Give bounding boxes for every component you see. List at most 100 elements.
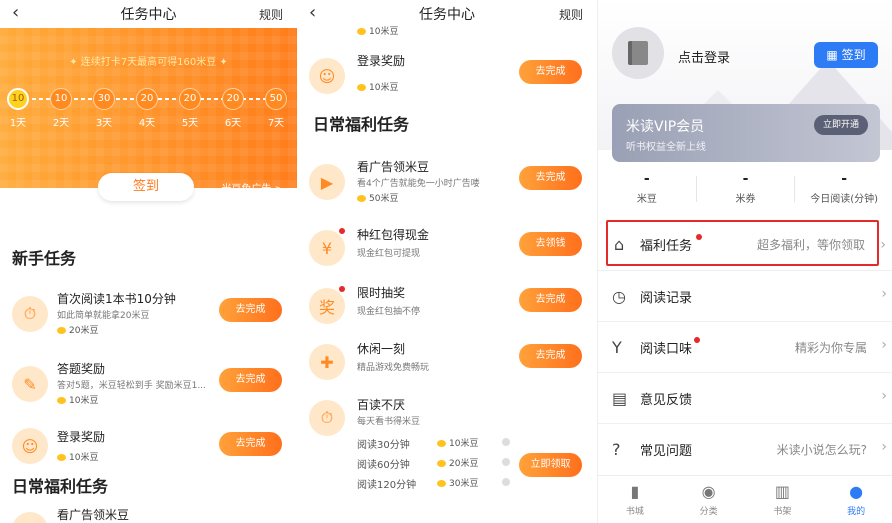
badge-dot [694, 337, 700, 343]
badge-dot [339, 228, 345, 234]
sign-in-button[interactable]: 签到 [98, 173, 194, 201]
taste-icon: Y [612, 338, 622, 357]
menu-label: 阅读口味 [640, 342, 693, 357]
task-title: 登录奖励 [57, 430, 106, 444]
menu-label: 意见反馈 [640, 393, 693, 408]
free-ad-link[interactable]: 米豆免广告 > [221, 180, 283, 195]
calendar-icon: ▦ [826, 48, 842, 62]
coin-icon [437, 460, 446, 467]
menu-item-reading-taste[interactable]: Y 阅读口味 精彩为你专属 › [598, 321, 892, 372]
task-item: ▶ 看广告领米豆 看4个广告就能免一小时广告喽 50米豆 去完成 [297, 150, 597, 212]
badge-dot [696, 234, 702, 240]
checkin-banner: ✦ 连续打卡7天最高可得160米豆 ✦ 10 1天 10 2天 30 3天 20 4天 … [0, 28, 297, 201]
task-title: 休闲一刻 [357, 342, 406, 356]
task-title: 首次阅读1本书10分钟 [57, 292, 176, 306]
task-item: ¥ 种红包得现金 现金红包可提现 去领钱 [297, 216, 597, 272]
rules-link[interactable]: 规则 [559, 6, 583, 23]
task-reward: 10米豆 [357, 80, 398, 93]
tab-bookshelf[interactable]: ▥ 书架 [746, 476, 820, 523]
menu-item-faq[interactable]: ? 常见问题 米读小说怎么玩? › [598, 423, 892, 474]
bottom-tab-bar: ▮ 书城 ◉ 分类 ▥ 书架 ● 我的 [598, 475, 892, 523]
nav-bar: ‹ 任务中心 规则 [297, 0, 597, 28]
menu-label: 阅读记录 [640, 291, 693, 306]
reading-task: ⏱ 百读不厌 每天看书得米豆 阅读30分钟 10米豆 阅读60分钟 20米豆 阅读1… [297, 386, 597, 523]
stat-value: - [643, 171, 650, 187]
back-icon[interactable]: ‹ [12, 3, 19, 23]
day-label: 4天 [138, 118, 156, 129]
day-label: 6天 [224, 118, 242, 129]
rules-link[interactable]: 规则 [259, 6, 283, 23]
task-reward: 10米豆 [57, 393, 98, 406]
vip-title: 米读VIP会员 [626, 119, 705, 135]
task-complete-button[interactable]: 去完成 [519, 288, 582, 312]
day-label: 1天 [9, 118, 27, 129]
back-icon[interactable]: ‹ [309, 3, 316, 23]
checkin-day: 10 2天 [50, 88, 72, 129]
task-complete-button[interactable]: 去完成 [519, 166, 582, 190]
task-complete-button[interactable]: 去完成 [219, 298, 282, 322]
task-item: ⏱ 首次阅读1本书10分钟 如此简单就能拿20米豆 20米豆 去完成 [0, 282, 297, 344]
vip-subtitle: 听书权益全新上线 [626, 142, 706, 153]
coin-icon [357, 84, 366, 91]
menu-label: 福利任务 [640, 239, 693, 254]
coin-icon [357, 195, 366, 202]
vip-open-button[interactable]: 立即开通 [814, 115, 868, 135]
coin-icon [357, 28, 366, 35]
task-title: 看广告领米豆 [57, 508, 130, 522]
stopwatch-icon: ⏱ [309, 400, 345, 436]
step-label: 阅读60分钟 [357, 460, 410, 471]
page-title: 任务中心 [120, 7, 177, 23]
task-complete-button[interactable]: 去完成 [219, 432, 282, 456]
day-value: 20 [179, 88, 201, 110]
task-item: 奖 限时抽奖 现金红包抽不停 去完成 [297, 274, 597, 330]
progress-dot [502, 438, 510, 446]
task-center-panel-middle: ‹ 任务中心 规则 10米豆 ☺ 登录奖励 10米豆 去完成 日常福利任务 ▶ … [297, 0, 597, 523]
step-reward: 10米豆 [437, 436, 478, 449]
stopwatch-icon: ⏱ [12, 296, 48, 332]
section-title-daily: 日常福利任务 [12, 477, 109, 496]
reading-step: 阅读30分钟 10米豆 [357, 436, 510, 451]
task-complete-button[interactable]: 去完成 [519, 60, 582, 84]
tab-label: 我的 [847, 507, 866, 517]
feedback-icon: ▤ [612, 389, 628, 408]
task-desc: 现金红包可提现 [357, 249, 421, 259]
stat-value: - [841, 171, 848, 187]
stat-item[interactable]: - 今日阅读(分钟) [795, 170, 892, 208]
task-desc: 如此简单就能拿20米豆 [57, 311, 150, 321]
stat-item[interactable]: - 米豆 [598, 170, 696, 208]
day-label: 2天 [52, 118, 70, 129]
task-item: ▶ 看广告领米豆 [0, 502, 297, 523]
help-icon: ? [612, 440, 621, 459]
chevron-right-icon: › [881, 388, 887, 404]
task-item: ✚ 休闲一刻 精品游戏免费畅玩 去完成 [297, 330, 597, 386]
tab-category[interactable]: ◉ 分类 [672, 476, 746, 523]
task-complete-button[interactable]: 去完成 [519, 344, 582, 368]
stat-item[interactable]: - 米券 [697, 170, 795, 208]
progress-dot [502, 478, 510, 486]
reward-text: 10米豆 [369, 83, 399, 93]
menu-item-welfare-tasks[interactable]: ⌂ 福利任务 超多福利，等你领取 [606, 220, 879, 266]
login-link[interactable]: 点击登录 [678, 47, 730, 66]
task-complete-button[interactable]: 去完成 [219, 368, 282, 392]
tab-bookstore[interactable]: ▮ 书城 [598, 476, 672, 523]
menu-item-feedback[interactable]: ▤ 意见反馈 › [598, 372, 892, 423]
day-label: 5天 [181, 118, 199, 129]
menu-item-reading-history[interactable]: ◷ 阅读记录 › [598, 270, 892, 321]
avatar[interactable] [612, 27, 664, 79]
page-title: 任务中心 [419, 7, 475, 23]
day-value: 30 [93, 88, 115, 110]
clock-icon: ◷ [612, 287, 626, 306]
checkin-label: 签到 [841, 48, 866, 62]
task-complete-button[interactable]: 去领钱 [519, 232, 582, 256]
gamepad-icon: ✚ [309, 344, 345, 380]
quiz-icon: ✎ [12, 366, 48, 402]
vip-card[interactable]: 米读VIP会员 听书权益全新上线 立即开通 [612, 104, 880, 162]
task-desc: 精品游戏免费畅玩 [357, 363, 430, 373]
tab-mine[interactable]: ● 我的 [819, 476, 892, 523]
reading-step: 阅读120分钟 30米豆 [357, 476, 510, 491]
claim-now-button[interactable]: 立即领取 [519, 453, 582, 477]
chevron-right-icon: › [880, 237, 886, 253]
reward-text: 30米豆 [449, 479, 479, 489]
badge-dot [339, 286, 345, 292]
checkin-button[interactable]: ▦ 签到 [814, 42, 878, 68]
